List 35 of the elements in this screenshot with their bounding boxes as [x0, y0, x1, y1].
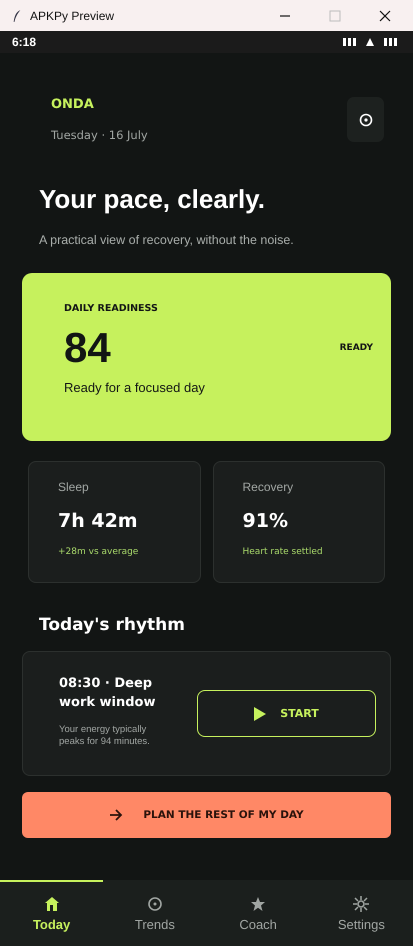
readiness-label: DAILY READINESS — [64, 303, 159, 314]
readiness-status: READY — [340, 343, 373, 353]
readiness-note: Ready for a focused day — [64, 380, 206, 395]
metric-value: 7h 42m — [58, 510, 139, 532]
metric-note: +28m vs average — [58, 547, 140, 557]
window-title: APKPy Preview — [30, 8, 116, 22]
nav-tab[interactable]: Today — [0, 880, 104, 946]
arrow-right-icon — [109, 809, 124, 821]
target-icon — [146, 896, 163, 912]
status-time: 6:18 — [12, 35, 36, 49]
nav-tab[interactable]: Coach — [206, 880, 310, 946]
start-button[interactable]: START — [197, 690, 376, 737]
date-text: Tuesday · 16 July — [51, 128, 148, 142]
metric-note: Heart rate settled — [242, 547, 324, 557]
metric-value: 91% — [242, 510, 289, 532]
section-heading: Today's rhythm — [39, 615, 186, 635]
brand-name: ONDA — [51, 97, 95, 112]
close-icon[interactable] — [379, 10, 391, 22]
settings-button[interactable] — [347, 97, 384, 142]
hero-subtitle: A practical view of recovery, without the noise. — [39, 233, 295, 247]
home-icon — [44, 896, 60, 912]
play-icon — [254, 706, 266, 720]
metric-label: Sleep — [58, 480, 90, 494]
readiness-score: 84 — [64, 324, 111, 372]
rhythm-text: Your energy typically peaks for 94 minutes. — [59, 724, 151, 748]
feather-icon — [12, 8, 22, 22]
rhythm-title: 08:30 · Deep work window — [59, 674, 156, 712]
plan-button[interactable]: PLAN THE REST OF MY DAY — [22, 792, 391, 838]
metric-label: Recovery — [242, 480, 294, 494]
nav-tab[interactable]: Settings — [310, 880, 413, 946]
target-icon — [358, 112, 372, 126]
nav-tab[interactable]: Trends — [103, 880, 206, 946]
star-icon — [250, 896, 266, 912]
hero-title: Your pace, clearly. — [39, 184, 266, 215]
sun-icon — [353, 896, 370, 912]
